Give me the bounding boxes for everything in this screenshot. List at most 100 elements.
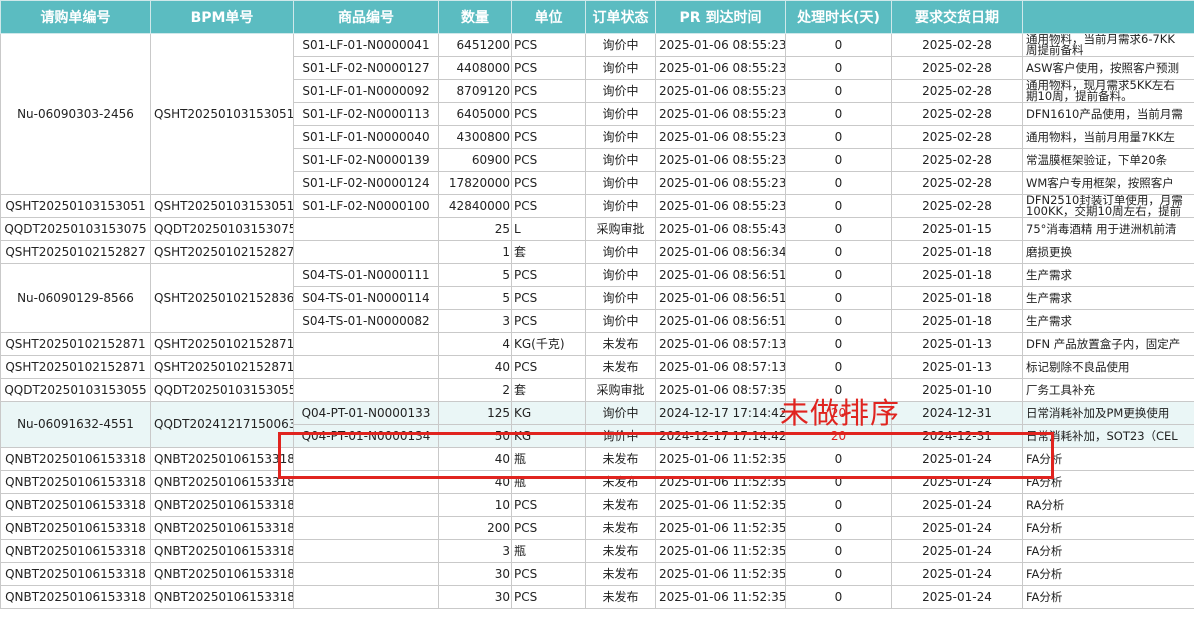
cell-unit: KG: [511, 401, 586, 425]
col-header-processing-days[interactable]: 处理时长(天): [785, 0, 892, 34]
cell-bpm-no: QSHT20250102152871: [150, 332, 294, 356]
table-row[interactable]: QNBT20250106153318 QNBT20250106153318 200 P…: [0, 516, 1194, 540]
cell-remark: 生产需求: [1022, 286, 1194, 310]
cell-quantity: 42840000: [438, 194, 512, 218]
cell-order-status: 采购审批: [585, 378, 656, 402]
cell-order-status: 采购审批: [585, 217, 656, 241]
cell-unit: PCS: [511, 493, 586, 517]
cell-due-date: 2025-01-24: [891, 493, 1023, 517]
cell-unit: PCS: [511, 562, 586, 586]
table-row[interactable]: Nu-06091632-4551 QQDT20241217150063 Q04-PT…: [0, 401, 1194, 448]
table-row[interactable]: Nu-06090129-8566 QSHT20250102152836 S04-TS…: [0, 263, 1194, 333]
cell-processing-days: 0: [785, 470, 892, 494]
table-row[interactable]: QSHT20250102152871 QSHT20250102152871 4 KG(…: [0, 332, 1194, 356]
cell-processing-days: 0: [785, 79, 892, 103]
cell-request-no: QNBT20250106153318: [0, 470, 151, 494]
cell-unit: PCS: [511, 171, 586, 195]
table-row[interactable]: QSHT20250102152827 QSHT20250102152827 1 套询价…: [0, 240, 1194, 264]
cell-quantity: 4408000: [438, 56, 512, 80]
cell-item-no: S01-LF-01-N0000040: [293, 125, 439, 149]
cell-unit: PCS: [511, 263, 586, 287]
cell-pr-arrival-time: 2025-01-06 08:55:23: [655, 79, 786, 103]
cell-order-status: 未发布: [585, 585, 656, 609]
table-row[interactable]: Nu-06090303-2456 QSHT20250103153051 S01-LF…: [0, 33, 1194, 195]
cell-pr-arrival-time: 2025-01-06 08:55:23: [655, 171, 786, 195]
cell-item-no: [293, 516, 439, 540]
cell-remark: DFN2510封装订单使用，月需 100KK，交期10周左右，提前: [1022, 194, 1194, 218]
cell-due-date: 2025-01-24: [891, 516, 1023, 540]
col-header-request-no[interactable]: 请购单编号: [0, 0, 151, 34]
cell-unit: PCS: [511, 309, 586, 333]
col-header-due-date[interactable]: 要求交货日期: [891, 0, 1023, 34]
table-row[interactable]: QNBT20250106153318 QNBT20250106153318 40 瓶未…: [0, 447, 1194, 471]
cell-bpm-no: QSHT20250103153051: [150, 194, 294, 218]
cell-order-status: 未发布: [585, 539, 656, 563]
cell-due-date: 2025-02-28: [891, 194, 1023, 218]
cell-processing-days: 0: [785, 332, 892, 356]
cell-processing-days: 0: [785, 217, 892, 241]
cell-quantity: 10: [438, 493, 512, 517]
table-row[interactable]: QNBT20250106153318 QNBT20250106153318 10 PC…: [0, 493, 1194, 517]
cell-remark: FA分析: [1022, 562, 1194, 586]
cell-due-date: 2025-01-18: [891, 286, 1023, 310]
cell-bpm-no: QNBT20250106153318: [150, 447, 294, 471]
cell-order-status: 询价中: [585, 263, 656, 287]
table-row[interactable]: QNBT20250106153318 QNBT20250106153318 3 瓶未发…: [0, 539, 1194, 563]
col-header-unit[interactable]: 单位: [511, 0, 586, 34]
table-body: Nu-06090303-2456 QSHT20250103153051 S01-LF…: [0, 33, 1194, 609]
cell-item-no: [293, 332, 439, 356]
cell-unit: PCS: [511, 148, 586, 172]
cell-bpm-no: QSHT20250103153051: [150, 33, 294, 195]
cell-unit: PCS: [511, 33, 586, 57]
cell-item-no: S01-LF-02-N0000127: [293, 56, 439, 80]
table-row[interactable]: QNBT20250106153318 QNBT20250106153318 30 PC…: [0, 562, 1194, 586]
cell-item-no: [293, 562, 439, 586]
cell-item-no: [293, 539, 439, 563]
cell-bpm-no: QNBT20250106153318: [150, 516, 294, 540]
cell-remark: DFN1610产品使用，当前月需: [1022, 102, 1194, 126]
cell-bpm-no: QQDT20250103153055: [150, 378, 294, 402]
cell-due-date: 2025-02-28: [891, 33, 1023, 57]
cell-order-status: 未发布: [585, 562, 656, 586]
cell-unit: PCS: [511, 585, 586, 609]
table-row[interactable]: QNBT20250106153318 QNBT20250106153318 30 PC…: [0, 585, 1194, 609]
cell-remark: 75°消毒酒精 用于进洲机前清: [1022, 217, 1194, 241]
cell-pr-arrival-time: 2025-01-06 08:55:23: [655, 148, 786, 172]
col-header-quantity[interactable]: 数量: [438, 0, 512, 34]
cell-due-date: 2025-02-28: [891, 56, 1023, 80]
purchase-request-table: 请购单编号 BPM单号 商品编号 数量 单位 订单状态 PR 到达时间 处理时长…: [0, 0, 1194, 609]
col-header-pr-arrival-time[interactable]: PR 到达时间: [655, 0, 786, 34]
col-header-bpm-no[interactable]: BPM单号: [150, 0, 294, 34]
cell-pr-arrival-time: 2025-01-06 11:52:35: [655, 562, 786, 586]
cell-processing-days: 0: [785, 539, 892, 563]
cell-due-date: 2025-01-24: [891, 562, 1023, 586]
cell-unit: PCS: [511, 102, 586, 126]
cell-order-status: 未发布: [585, 332, 656, 356]
cell-remark: DFN 产品放置盒子内，固定产: [1022, 332, 1194, 356]
cell-unit: PCS: [511, 56, 586, 80]
table-row[interactable]: QQDT20250103153055 QQDT20250103153055 2 套采购…: [0, 378, 1194, 402]
cell-order-status: 询价中: [585, 309, 656, 333]
cell-processing-days: 0: [785, 309, 892, 333]
table-row[interactable]: QQDT20250103153075 QQDT20250103153075 25 L 采…: [0, 217, 1194, 241]
table-row[interactable]: QNBT20250106153318 QNBT20250106153318 40 瓶未…: [0, 470, 1194, 494]
cell-remark: 日常消耗补加，SOT23（CEL: [1022, 424, 1194, 448]
cell-unit: 套: [511, 240, 586, 264]
cell-quantity: 17820000: [438, 171, 512, 195]
cell-due-date: 2025-01-10: [891, 378, 1023, 402]
cell-pr-arrival-time: 2025-01-06 11:52:35: [655, 585, 786, 609]
col-header-item-no[interactable]: 商品编号: [293, 0, 439, 34]
cell-item-no: Q04-PT-01-N0000134: [293, 424, 439, 448]
cell-pr-arrival-time: 2025-01-06 11:52:35: [655, 447, 786, 471]
cell-unit: 瓶: [511, 447, 586, 471]
cell-quantity: 50: [438, 424, 512, 448]
col-header-remark[interactable]: [1022, 0, 1194, 34]
table-row[interactable]: QSHT20250103153051 QSHT20250103153051 S01-…: [0, 194, 1194, 218]
cell-request-no: QSHT20250102152827: [0, 240, 151, 264]
col-header-order-status[interactable]: 订单状态: [585, 0, 656, 34]
cell-due-date: 2025-02-28: [891, 102, 1023, 126]
table-row[interactable]: QSHT20250102152871 QSHT20250102152871 40 PC…: [0, 355, 1194, 379]
cell-item-no: [293, 447, 439, 471]
cell-quantity: 2: [438, 378, 512, 402]
cell-bpm-no: QSHT20250102152827: [150, 240, 294, 264]
